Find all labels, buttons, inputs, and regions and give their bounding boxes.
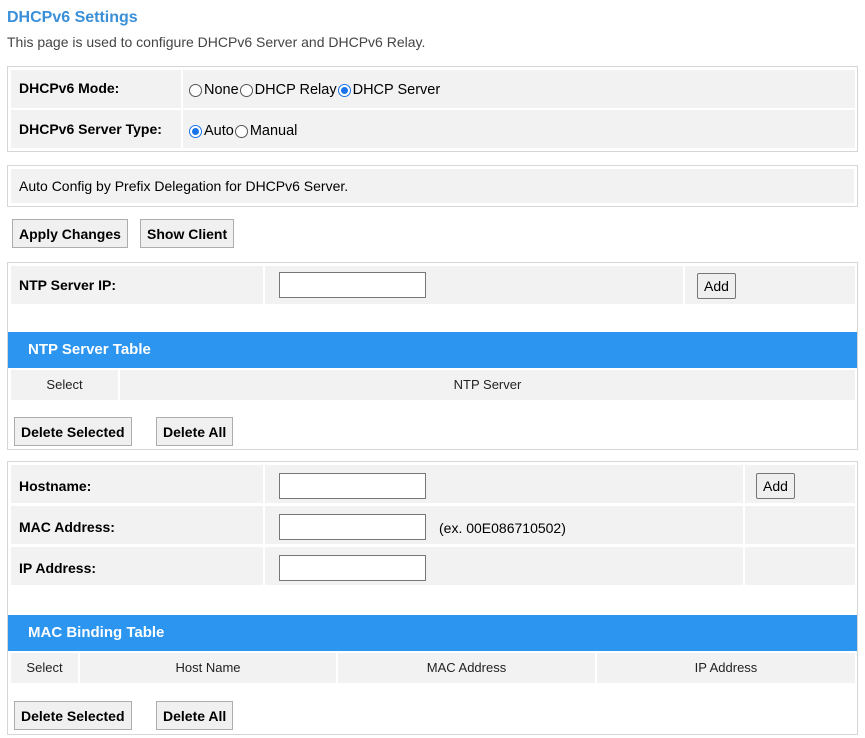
mode-option-none[interactable]: None: [189, 82, 239, 98]
server-type-auto-radio[interactable]: [189, 124, 202, 138]
mac-col-select: Select: [11, 653, 78, 683]
mode-dhcp-server-radio[interactable]: [337, 83, 351, 97]
auto-config-text: Auto Config by Prefix Delegation for DHC…: [19, 178, 349, 194]
ntp-table-title: NTP Server Table: [8, 332, 857, 368]
server-type-option-manual[interactable]: Manual: [234, 123, 298, 139]
ntp-add-button[interactable]: Add: [697, 273, 736, 299]
mac-empty-cell: [745, 506, 855, 544]
ntp-col-ntp-server: NTP Server: [120, 370, 855, 400]
mac-delete-selected-button[interactable]: Delete Selected: [14, 701, 132, 730]
server-type-option-auto[interactable]: Auto: [189, 123, 234, 139]
mode-option-dhcp-server[interactable]: DHCP Server: [337, 82, 441, 98]
mode-label: DHCPv6 Mode:: [19, 80, 120, 96]
hostname-label: Hostname:: [19, 478, 92, 494]
mode-panel: DHCPv6 Mode: None DHCP Relay DHCP Server…: [7, 66, 858, 152]
mode-option-dhcp-relay[interactable]: DHCP Relay: [239, 82, 337, 98]
mode-none-label: None: [204, 82, 239, 98]
dhcpv6-settings-page: DHCPv6 Settings This page is used to con…: [0, 0, 865, 738]
auto-config-panel: Auto Config by Prefix Delegation for DHC…: [7, 165, 858, 207]
mac-col-mac-address: MAC Address: [338, 653, 595, 683]
mac-delete-all-button[interactable]: Delete All: [156, 701, 234, 730]
mac-col-ip-address: IP Address: [597, 653, 855, 683]
mode-dhcp-relay-radio[interactable]: [239, 83, 253, 97]
ip-empty-cell: [745, 547, 855, 585]
ntp-ip-label: NTP Server IP:: [19, 277, 117, 293]
ntp-delete-selected-button[interactable]: Delete Selected: [14, 417, 132, 446]
hostname-input[interactable]: [279, 473, 426, 499]
server-type-manual-radio[interactable]: [234, 124, 248, 138]
mac-address-label: MAC Address:: [19, 519, 115, 535]
ntp-ip-input[interactable]: [279, 272, 426, 298]
ip-address-label: IP Address:: [19, 560, 97, 576]
show-client-button[interactable]: Show Client: [140, 219, 235, 248]
mac-binding-table-title: MAC Binding Table: [8, 615, 857, 651]
server-type-radio-group: Auto Manual: [189, 123, 298, 139]
mac-add-button[interactable]: Add: [756, 473, 795, 499]
server-type-auto-label: Auto: [204, 123, 234, 139]
mac-binding-panel: Hostname: Add MAC Address: (ex. 00E08671…: [7, 461, 858, 735]
mac-address-input[interactable]: [279, 514, 426, 540]
ntp-panel: NTP Server IP: Add NTP Server Table Sele…: [7, 262, 858, 450]
mac-col-host-name: Host Name: [80, 653, 336, 683]
page-title: DHCPv6 Settings: [7, 9, 138, 26]
page-description: This page is used to configure DHCPv6 Se…: [7, 34, 426, 50]
mode-radio-group: None DHCP Relay DHCP Server: [189, 82, 441, 98]
apply-changes-button[interactable]: Apply Changes: [12, 219, 128, 248]
mac-address-hint: (ex. 00E086710502): [439, 520, 566, 536]
mode-dhcp-server-label: DHCP Server: [352, 82, 441, 98]
mode-dhcp-relay-label: DHCP Relay: [254, 82, 337, 98]
mode-none-radio[interactable]: [189, 83, 202, 97]
ntp-col-select: Select: [11, 370, 118, 400]
ip-address-input[interactable]: [279, 555, 426, 581]
server-type-label: DHCPv6 Server Type:: [19, 121, 162, 137]
ntp-delete-all-button[interactable]: Delete All: [156, 417, 234, 446]
server-type-manual-label: Manual: [249, 123, 298, 139]
